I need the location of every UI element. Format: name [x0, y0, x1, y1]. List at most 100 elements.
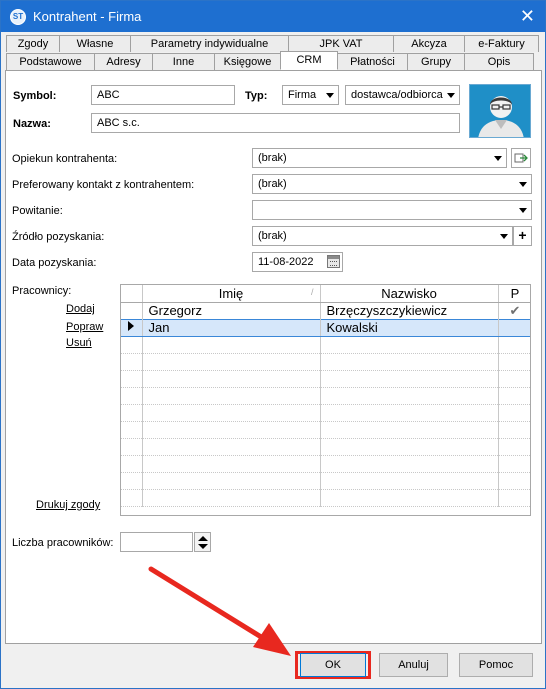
empty-cell	[498, 455, 530, 473]
empty-cell	[320, 421, 499, 439]
title-bar[interactable]: ST Kontrahent - Firma ✕	[1, 1, 545, 32]
empty-table-row[interactable]	[121, 472, 530, 490]
empty-cell	[320, 353, 499, 371]
chevron-down-icon	[326, 93, 334, 98]
empty-table-row[interactable]	[121, 353, 530, 371]
spin-up-icon[interactable]	[198, 536, 208, 541]
tab-jpk-vat[interactable]: JPK VAT	[288, 35, 394, 52]
tab-grupy[interactable]: Grupy	[407, 53, 465, 70]
go-to-employee-icon[interactable]	[511, 148, 531, 168]
empty-cell	[498, 404, 530, 422]
table-row[interactable]: Grzegorz Brzęczyszczykiewicz ✔	[121, 302, 530, 320]
spin-down-icon[interactable]	[198, 544, 208, 549]
typ-select[interactable]: Firma	[282, 85, 339, 105]
dialog-window: ST Kontrahent - Firma ✕ Zgody Własne Par…	[0, 0, 546, 689]
empty-table-row[interactable]	[121, 404, 530, 422]
empty-cell	[320, 336, 499, 354]
cell-nazwisko: Brzęczyszczykiewicz	[320, 302, 499, 320]
symbol-label: Symbol:	[13, 90, 57, 102]
zrodlo-select[interactable]: (brak)	[252, 226, 513, 246]
ok-button[interactable]: OK	[300, 653, 366, 677]
cell-p-checkmark-icon	[498, 318, 530, 337]
grid-indicator-header	[121, 285, 143, 303]
close-icon[interactable]: ✕	[520, 6, 535, 26]
tab-crm[interactable]: CRM	[280, 51, 338, 70]
tab-inne[interactable]: Inne	[152, 53, 215, 70]
tab-e-faktury[interactable]: e-Faktury	[464, 35, 539, 52]
column-header-imie-label: Imię	[218, 285, 244, 301]
tab-wlasne[interactable]: Własne	[59, 35, 131, 52]
opiekun-select[interactable]: (brak)	[252, 148, 507, 168]
typ2-select[interactable]: dostawca/odbiorca	[345, 85, 460, 105]
empty-cell	[142, 404, 321, 422]
contractor-avatar-icon[interactable]	[469, 84, 531, 138]
chevron-down-icon	[519, 182, 527, 187]
chevron-down-icon	[447, 93, 455, 98]
empty-cell	[320, 455, 499, 473]
typ-label: Typ:	[245, 90, 268, 102]
empty-cell	[142, 455, 321, 473]
pomoc-button[interactable]: Pomoc	[459, 653, 533, 677]
chevron-down-icon	[500, 234, 508, 239]
empty-table-row[interactable]	[121, 455, 530, 473]
liczba-spinner[interactable]	[120, 532, 212, 552]
empty-cell	[142, 336, 321, 354]
empty-table-row[interactable]	[121, 336, 530, 354]
spinner-buttons[interactable]	[194, 532, 211, 552]
tab-adresy[interactable]: Adresy	[94, 53, 153, 70]
zrodlo-add-button[interactable]: +	[513, 226, 532, 246]
tab-opis[interactable]: Opis	[464, 53, 534, 70]
sort-indicator-icon: /	[310, 287, 314, 297]
kontakt-select-value: (brak)	[258, 178, 287, 190]
empty-cell	[320, 489, 499, 507]
empty-cell	[121, 387, 143, 405]
liczba-input[interactable]	[120, 532, 193, 552]
zrodlo-label: Źródło pozyskania:	[12, 231, 105, 243]
cell-p-checkmark-icon: ✔	[498, 302, 530, 320]
grid-header-row: Imię / Nazwisko P	[121, 285, 530, 303]
tab-akcyza[interactable]: Akcyza	[393, 35, 465, 52]
tab-zgody[interactable]: Zgody	[6, 35, 60, 52]
empty-table-row[interactable]	[121, 387, 530, 405]
cell-imie: Grzegorz	[142, 302, 321, 320]
empty-table-row[interactable]	[121, 438, 530, 456]
column-header-nazwisko[interactable]: Nazwisko	[320, 285, 499, 303]
empty-cell	[142, 353, 321, 371]
tab-platnosci[interactable]: Płatności	[337, 53, 408, 70]
usun-link[interactable]: Usuń	[66, 337, 92, 349]
empty-cell	[320, 370, 499, 388]
empty-cell	[498, 472, 530, 490]
nazwa-input[interactable]: ABC s.c.	[91, 113, 460, 133]
tab-ksiegowe[interactable]: Księgowe	[214, 53, 281, 70]
empty-table-row[interactable]	[121, 489, 530, 507]
empty-cell	[142, 472, 321, 490]
tab-podstawowe[interactable]: Podstawowe	[6, 53, 95, 70]
powitanie-label: Powitanie:	[12, 205, 63, 217]
employees-grid[interactable]: Imię / Nazwisko P Grzegorz Brzęczyszczykie…	[120, 284, 531, 516]
symbol-input[interactable]: ABC	[91, 85, 235, 105]
row-indicator	[121, 302, 143, 320]
drukuj-zgody-link[interactable]: Drukuj zgody	[36, 499, 100, 511]
empty-table-row[interactable]	[121, 421, 530, 439]
anuluj-button[interactable]: Anuluj	[379, 653, 448, 677]
empty-cell	[498, 353, 530, 371]
empty-cell	[498, 421, 530, 439]
powitanie-select[interactable]	[252, 200, 532, 220]
empty-cell	[320, 472, 499, 490]
empty-cell	[498, 370, 530, 388]
tab-parametry-indywidualne[interactable]: Parametry indywidualne	[130, 35, 289, 52]
window-title: Kontrahent - Firma	[33, 9, 142, 24]
column-header-imie[interactable]: Imię /	[142, 285, 321, 303]
dodaj-link[interactable]: Dodaj	[66, 303, 95, 315]
empty-cell	[121, 421, 143, 439]
calendar-icon[interactable]	[327, 255, 340, 268]
column-header-p[interactable]: P	[498, 285, 530, 303]
row-indicator	[121, 318, 143, 337]
empty-cell	[320, 404, 499, 422]
empty-table-row[interactable]	[121, 370, 530, 388]
empty-cell	[121, 472, 143, 490]
table-row[interactable]: Jan Kowalski	[121, 318, 530, 337]
nazwa-label: Nazwa:	[13, 118, 51, 130]
kontakt-select[interactable]: (brak)	[252, 174, 532, 194]
popraw-link[interactable]: Popraw	[66, 321, 103, 333]
